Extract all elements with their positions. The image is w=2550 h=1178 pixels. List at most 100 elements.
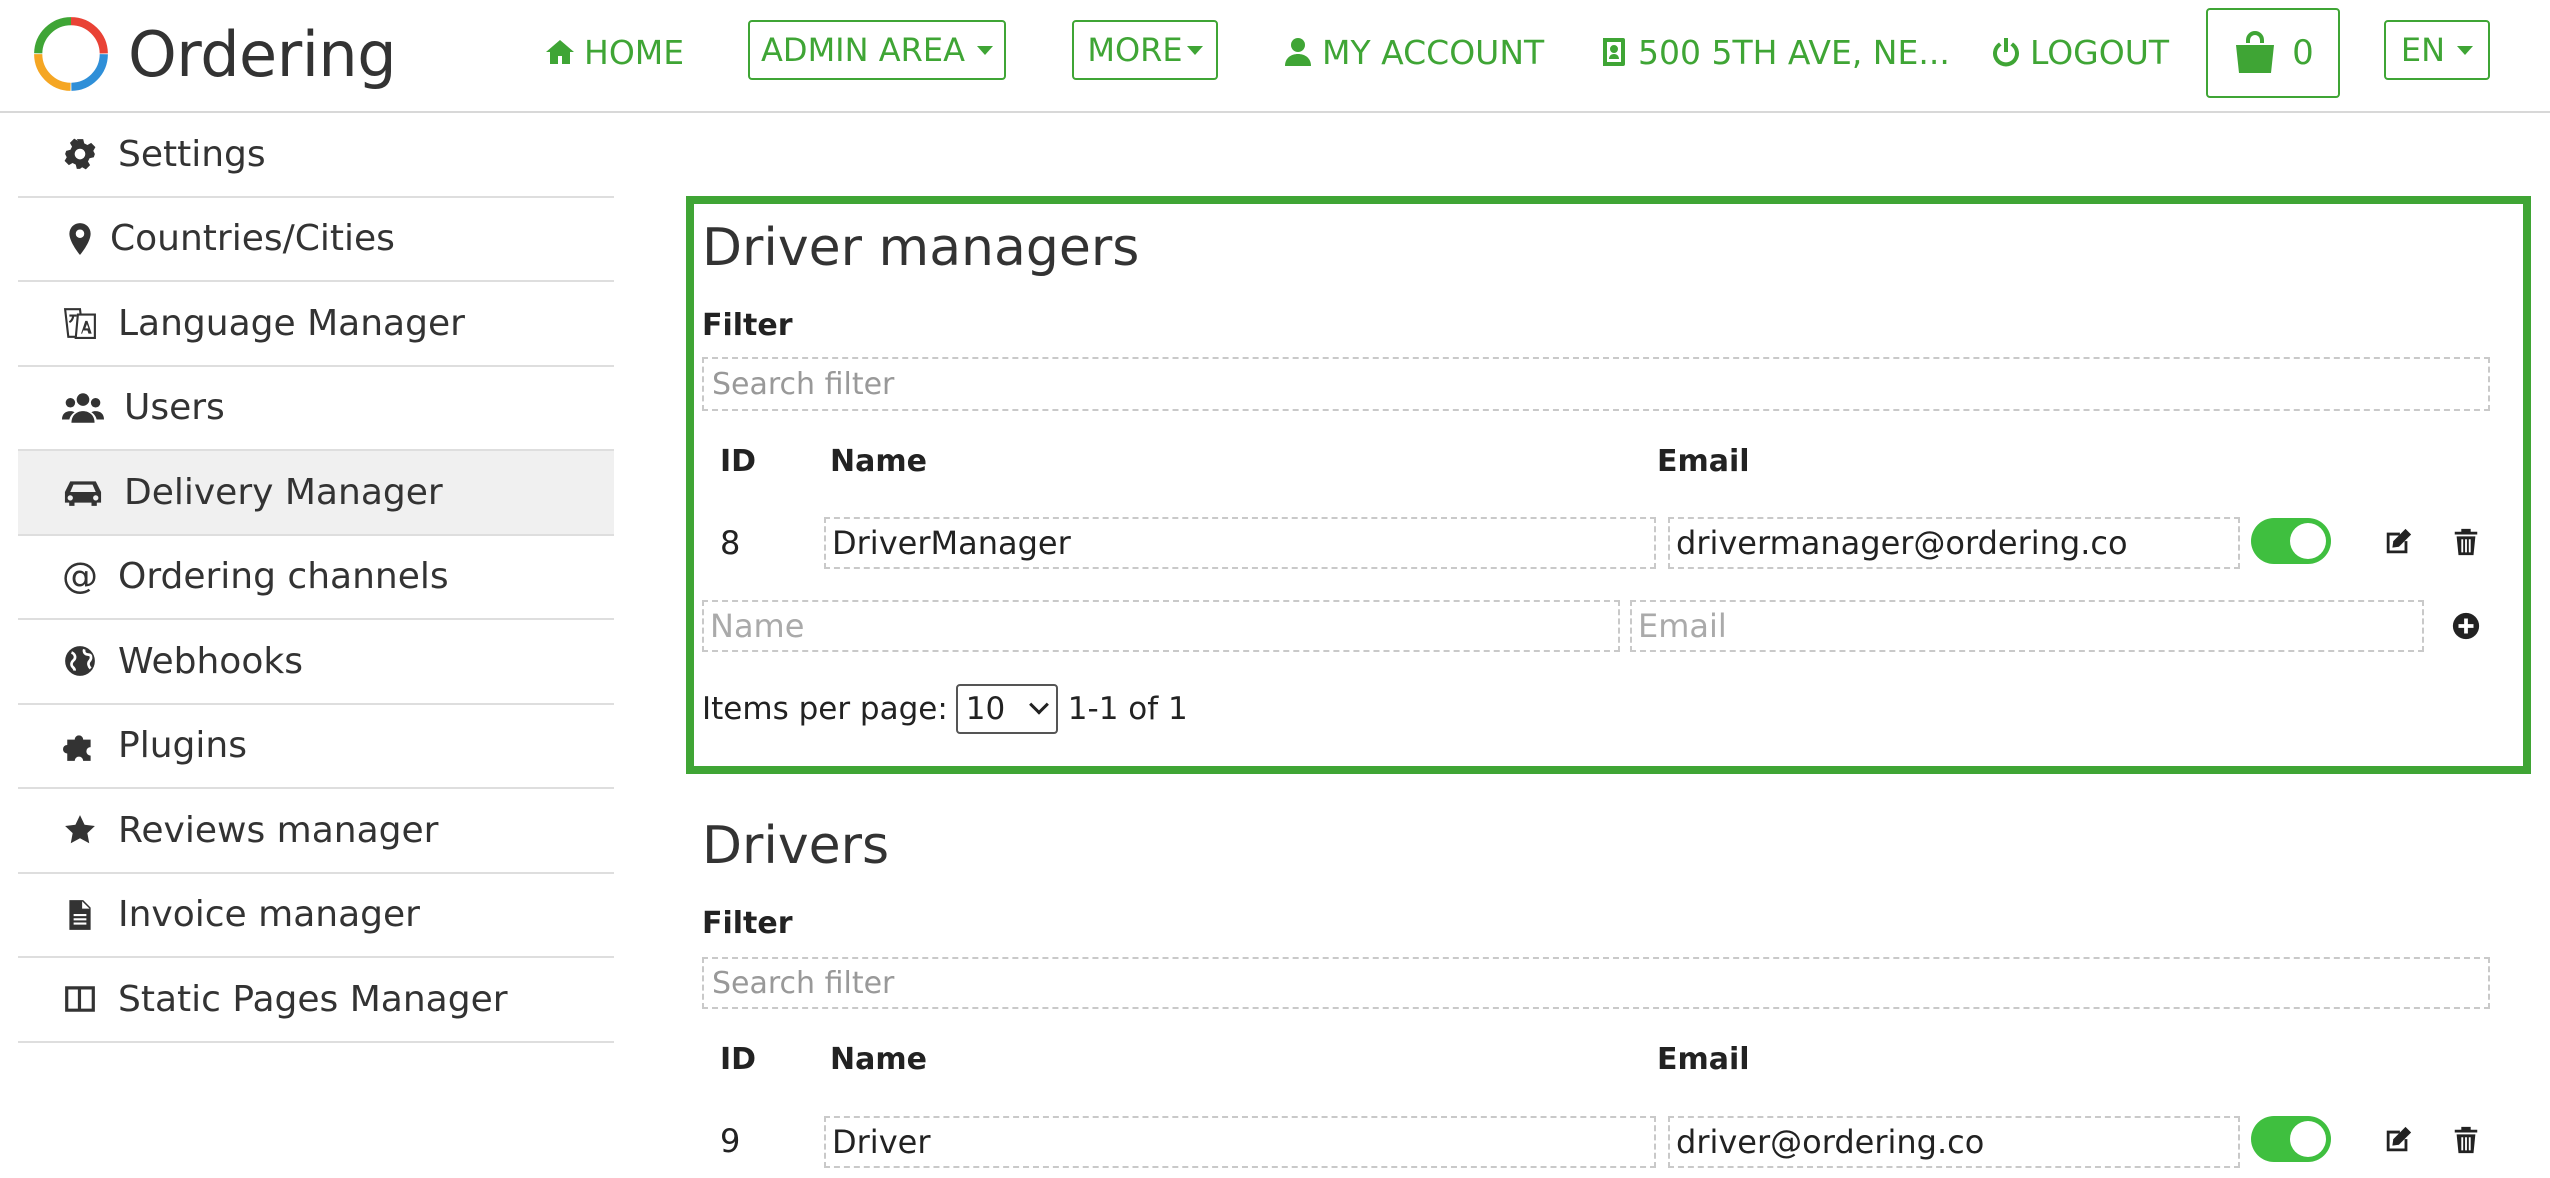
sidebar-item-label: Ordering channels (118, 556, 449, 598)
car-icon (60, 472, 106, 512)
trash-icon (2454, 528, 2478, 556)
enabled-toggle[interactable] (2251, 518, 2331, 564)
brand-logo[interactable]: Ordering (30, 12, 397, 96)
trash-icon (2454, 1126, 2478, 1154)
name-field[interactable]: Driver (824, 1116, 1656, 1168)
sidebar-item-settings[interactable]: Settings (18, 113, 614, 198)
cart-button[interactable]: 0 (2206, 8, 2340, 98)
drivers-filter-label: Filter (702, 906, 793, 941)
items-per-page-select[interactable]: 10 (955, 684, 1058, 734)
delete-button[interactable] (2450, 1124, 2482, 1156)
ordering-logo-icon (34, 17, 108, 91)
admin-sidebar: Settings Countries/Cities Language Manag… (18, 113, 614, 1043)
sidebar-item-reviews-manager[interactable]: Reviews manager (18, 789, 614, 874)
nav-home-label: HOME (584, 32, 685, 72)
pagination-range: 1-1 of 1 (1067, 691, 1188, 727)
users-icon (60, 388, 106, 428)
nav-logout[interactable]: LOGOUT (1990, 0, 2169, 104)
sidebar-item-label: Users (124, 387, 225, 429)
sidebar-item-ordering-channels[interactable]: @ Ordering channels (18, 536, 614, 620)
row-id: 8 (720, 524, 741, 562)
name-field[interactable]: DriverManager (824, 517, 1656, 569)
caret-down-icon (1186, 45, 1203, 55)
items-per-page-label: Items per page: (702, 691, 948, 727)
edit-icon (2386, 1126, 2412, 1152)
sidebar-item-countries-cities[interactable]: Countries/Cities (18, 198, 614, 282)
nav-address[interactable]: 500 5TH AVE, NE... (1598, 0, 1950, 104)
user-icon (1285, 38, 1311, 66)
nav-home[interactable]: HOME (544, 0, 684, 104)
column-header-name: Name (830, 444, 927, 479)
more-label: MORE (1087, 31, 1183, 69)
nav-my-account[interactable]: MY ACCOUNT (1282, 0, 1544, 104)
columns-icon (60, 979, 100, 1019)
star-icon (60, 810, 100, 850)
nav-logout-label: LOGOUT (2030, 32, 2170, 72)
new-name-input[interactable]: Name (702, 600, 1620, 652)
globe-icon (60, 641, 100, 681)
shopping-bag-icon (2236, 31, 2275, 73)
translate-icon (60, 303, 100, 343)
map-marker-icon (60, 219, 100, 259)
sidebar-item-label: Language Manager (118, 302, 465, 344)
brand-name: Ordering (128, 17, 397, 91)
sidebar-item-delivery-manager[interactable]: Delivery Manager (18, 451, 614, 536)
driver-managers-search-input[interactable]: Search filter (702, 357, 2490, 411)
sidebar-item-label: Static Pages Manager (118, 978, 508, 1020)
sidebar-item-users[interactable]: Users (18, 367, 614, 451)
pagination: Items per page: 10 1-1 of 1 (702, 684, 1188, 734)
items-per-page-value: 10 (965, 691, 1006, 727)
column-header-email: Email (1657, 1042, 1750, 1077)
row-id: 9 (720, 1122, 741, 1160)
plus-circle-icon (2452, 612, 2480, 640)
enabled-toggle[interactable] (2251, 1116, 2331, 1162)
top-navbar: Ordering HOME ADMIN AREA MORE MY ACCOUNT… (0, 0, 2550, 113)
add-button[interactable] (2450, 610, 2482, 642)
more-dropdown[interactable]: MORE (1072, 20, 1218, 80)
sidebar-item-label: Webhooks (118, 640, 303, 682)
address-book-icon (1603, 38, 1625, 66)
sidebar-item-invoice-manager[interactable]: Invoice manager (18, 874, 614, 958)
column-header-name: Name (830, 1042, 927, 1077)
admin-area-dropdown[interactable]: ADMIN AREA (748, 20, 1006, 80)
sidebar-item-label: Invoice manager (118, 894, 420, 936)
admin-area-label: ADMIN AREA (761, 31, 965, 69)
driver-managers-filter-label: Filter (702, 308, 793, 343)
email-field[interactable]: drivermanager@ordering.co (1668, 517, 2240, 569)
home-icon (546, 40, 574, 64)
sidebar-item-webhooks[interactable]: Webhooks (18, 620, 614, 705)
delete-button[interactable] (2450, 526, 2482, 558)
email-field[interactable]: driver@ordering.co (1668, 1116, 2240, 1168)
nav-my-account-label: MY ACCOUNT (1322, 32, 1545, 72)
column-header-id: ID (720, 444, 757, 479)
cart-count: 0 (2292, 33, 2314, 73)
caret-down-icon (2457, 45, 2474, 55)
puzzle-icon (60, 726, 100, 766)
sidebar-item-label: Reviews manager (118, 809, 439, 851)
edit-button[interactable] (2382, 526, 2414, 558)
caret-down-icon (976, 45, 993, 55)
sidebar-item-label: Settings (118, 133, 266, 175)
gear-icon (60, 134, 100, 174)
file-icon (60, 895, 100, 935)
nav-address-label: 500 5TH AVE, NE... (1638, 32, 1950, 72)
power-icon (1993, 38, 2019, 67)
sidebar-item-label: Countries/Cities (110, 218, 395, 260)
edit-icon (2386, 528, 2412, 554)
sidebar-item-static-pages-manager[interactable]: Static Pages Manager (18, 958, 614, 1043)
sidebar-item-language-manager[interactable]: Language Manager (18, 282, 614, 367)
chevron-down-icon (1028, 694, 1049, 715)
language-label: EN (2400, 31, 2446, 69)
driver-managers-title: Driver managers (702, 218, 1140, 278)
new-email-input[interactable]: Email (1630, 600, 2424, 652)
drivers-title: Drivers (702, 816, 890, 876)
column-header-id: ID (720, 1042, 757, 1077)
sidebar-item-label: Delivery Manager (124, 471, 443, 513)
column-header-email: Email (1657, 444, 1750, 479)
edit-button[interactable] (2382, 1124, 2414, 1156)
sidebar-item-label: Plugins (118, 725, 247, 767)
at-icon: @ (62, 556, 98, 598)
language-dropdown[interactable]: EN (2384, 20, 2490, 80)
sidebar-item-plugins[interactable]: Plugins (18, 705, 614, 789)
drivers-search-input[interactable]: Search filter (702, 957, 2490, 1009)
